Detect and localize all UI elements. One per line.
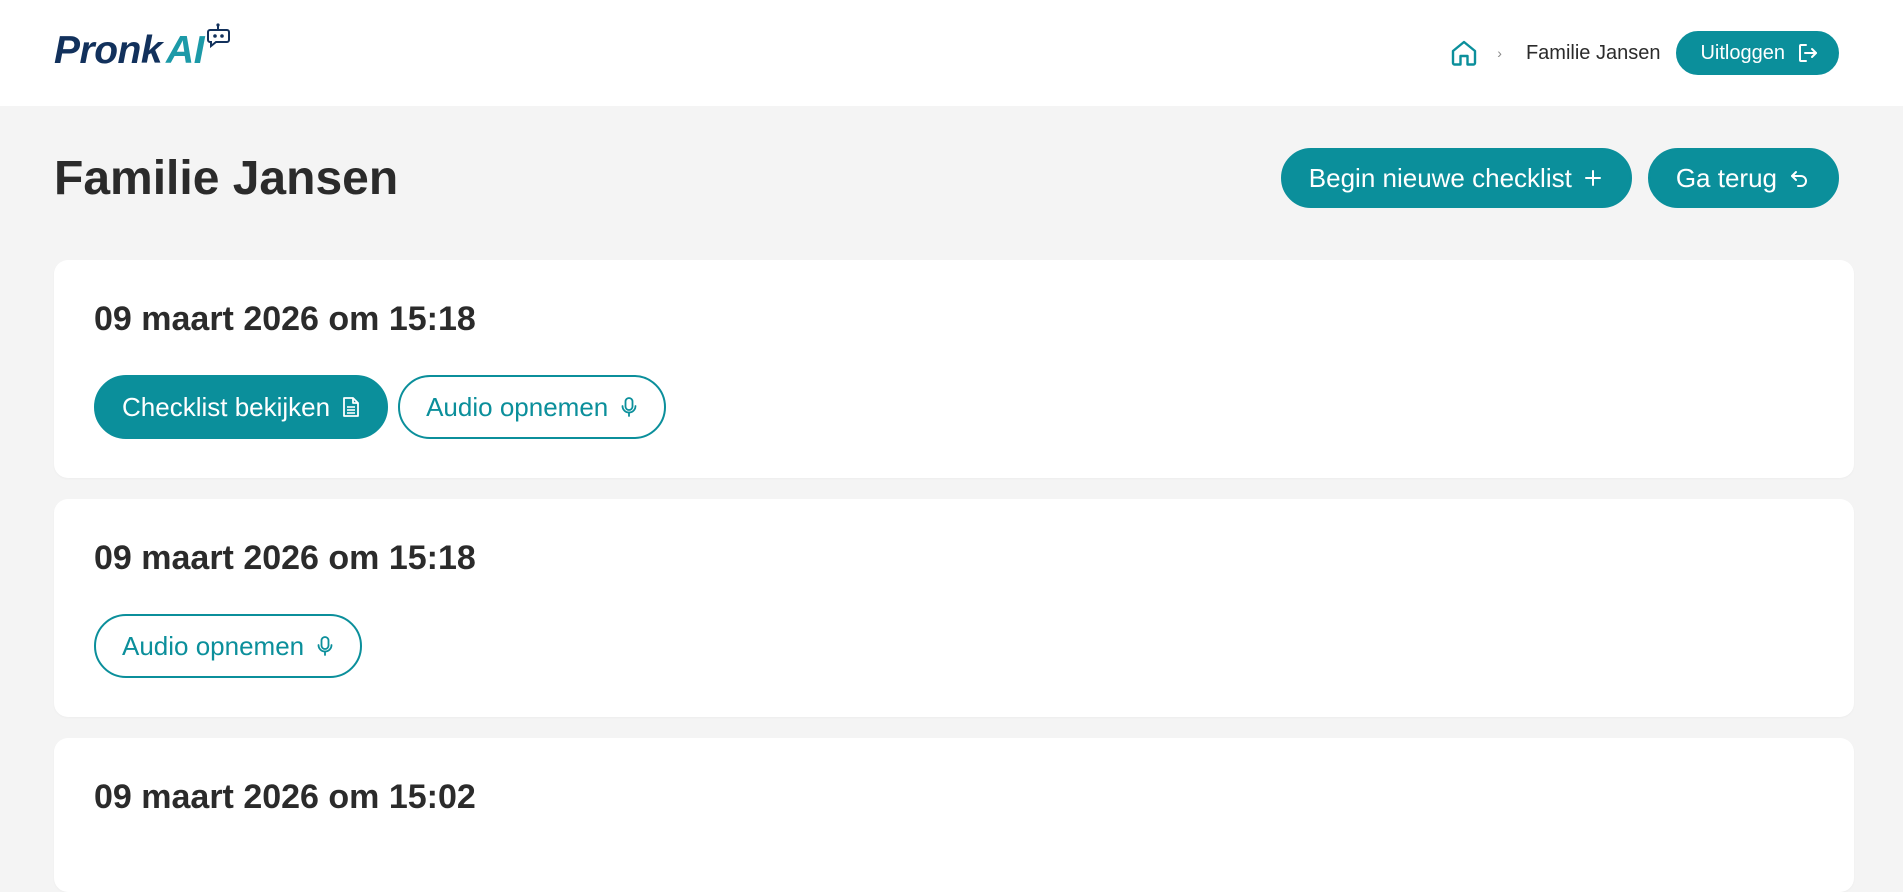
- header-actions: Begin nieuwe checklist Ga terug: [1280, 148, 1839, 208]
- new-checklist-button[interactable]: Begin nieuwe checklist: [1280, 148, 1632, 208]
- undo-arrow-icon: [1789, 168, 1809, 188]
- logout-icon: [1797, 42, 1819, 64]
- logout-button-label: Uitloggen: [1700, 41, 1785, 64]
- top-navbar: Pronk AI › Familie Jansen Uitloggen: [0, 0, 1903, 106]
- back-button-label: Ga terug: [1675, 162, 1777, 193]
- session-title: 09 maart 2026 om 15:02: [94, 778, 476, 816]
- record-audio-button[interactable]: Audio opnemen: [94, 614, 363, 678]
- session-actions: Audio opnemen: [94, 614, 1814, 678]
- page-title: Familie Jansen: [54, 151, 399, 205]
- view-checklist-button[interactable]: Checklist bekijken: [94, 375, 389, 439]
- session-title: 09 maart 2026 om 15:18: [94, 300, 476, 338]
- logo-text-ai: AI: [166, 29, 205, 72]
- plus-icon: [1584, 169, 1602, 187]
- session-title: 09 maart 2026 om 15:18: [94, 539, 476, 577]
- record-audio-button-label: Audio opnemen: [122, 630, 305, 661]
- home-icon[interactable]: [1449, 38, 1479, 68]
- session-card: 09 maart 2026 om 15:18 Checklist bekijke…: [54, 260, 1854, 478]
- page-header: Familie Jansen Begin nieuwe checklist Ga…: [0, 108, 1903, 248]
- breadcrumb-separator-icon: ›: [1497, 45, 1502, 61]
- back-button[interactable]: Ga terug: [1647, 148, 1839, 208]
- record-audio-button-label: Audio opnemen: [426, 391, 609, 422]
- robot-chat-icon: [206, 23, 232, 49]
- new-checklist-button-label: Begin nieuwe checklist: [1308, 162, 1572, 193]
- breadcrumb-current[interactable]: Familie Jansen: [1526, 42, 1661, 65]
- session-actions: Checklist bekijken Audio opnemen: [94, 375, 1814, 439]
- breadcrumb: › Familie Jansen Uitloggen: [1449, 31, 1839, 75]
- document-icon: [342, 396, 360, 418]
- session-list: 09 maart 2026 om 15:18 Checklist bekijke…: [0, 260, 1903, 892]
- pronk-ai-logo[interactable]: Pronk AI: [54, 23, 232, 73]
- view-checklist-button-label: Checklist bekijken: [122, 391, 331, 422]
- microphone-icon: [620, 396, 638, 418]
- logout-button[interactable]: Uitloggen: [1676, 31, 1839, 75]
- record-audio-button[interactable]: Audio opnemen: [398, 375, 667, 439]
- session-card: 09 maart 2026 om 15:18 Audio opnemen: [54, 499, 1854, 717]
- microphone-icon: [316, 635, 334, 657]
- logo-text-pronk: Pronk: [54, 29, 163, 72]
- session-card: 09 maart 2026 om 15:02: [54, 738, 1854, 892]
